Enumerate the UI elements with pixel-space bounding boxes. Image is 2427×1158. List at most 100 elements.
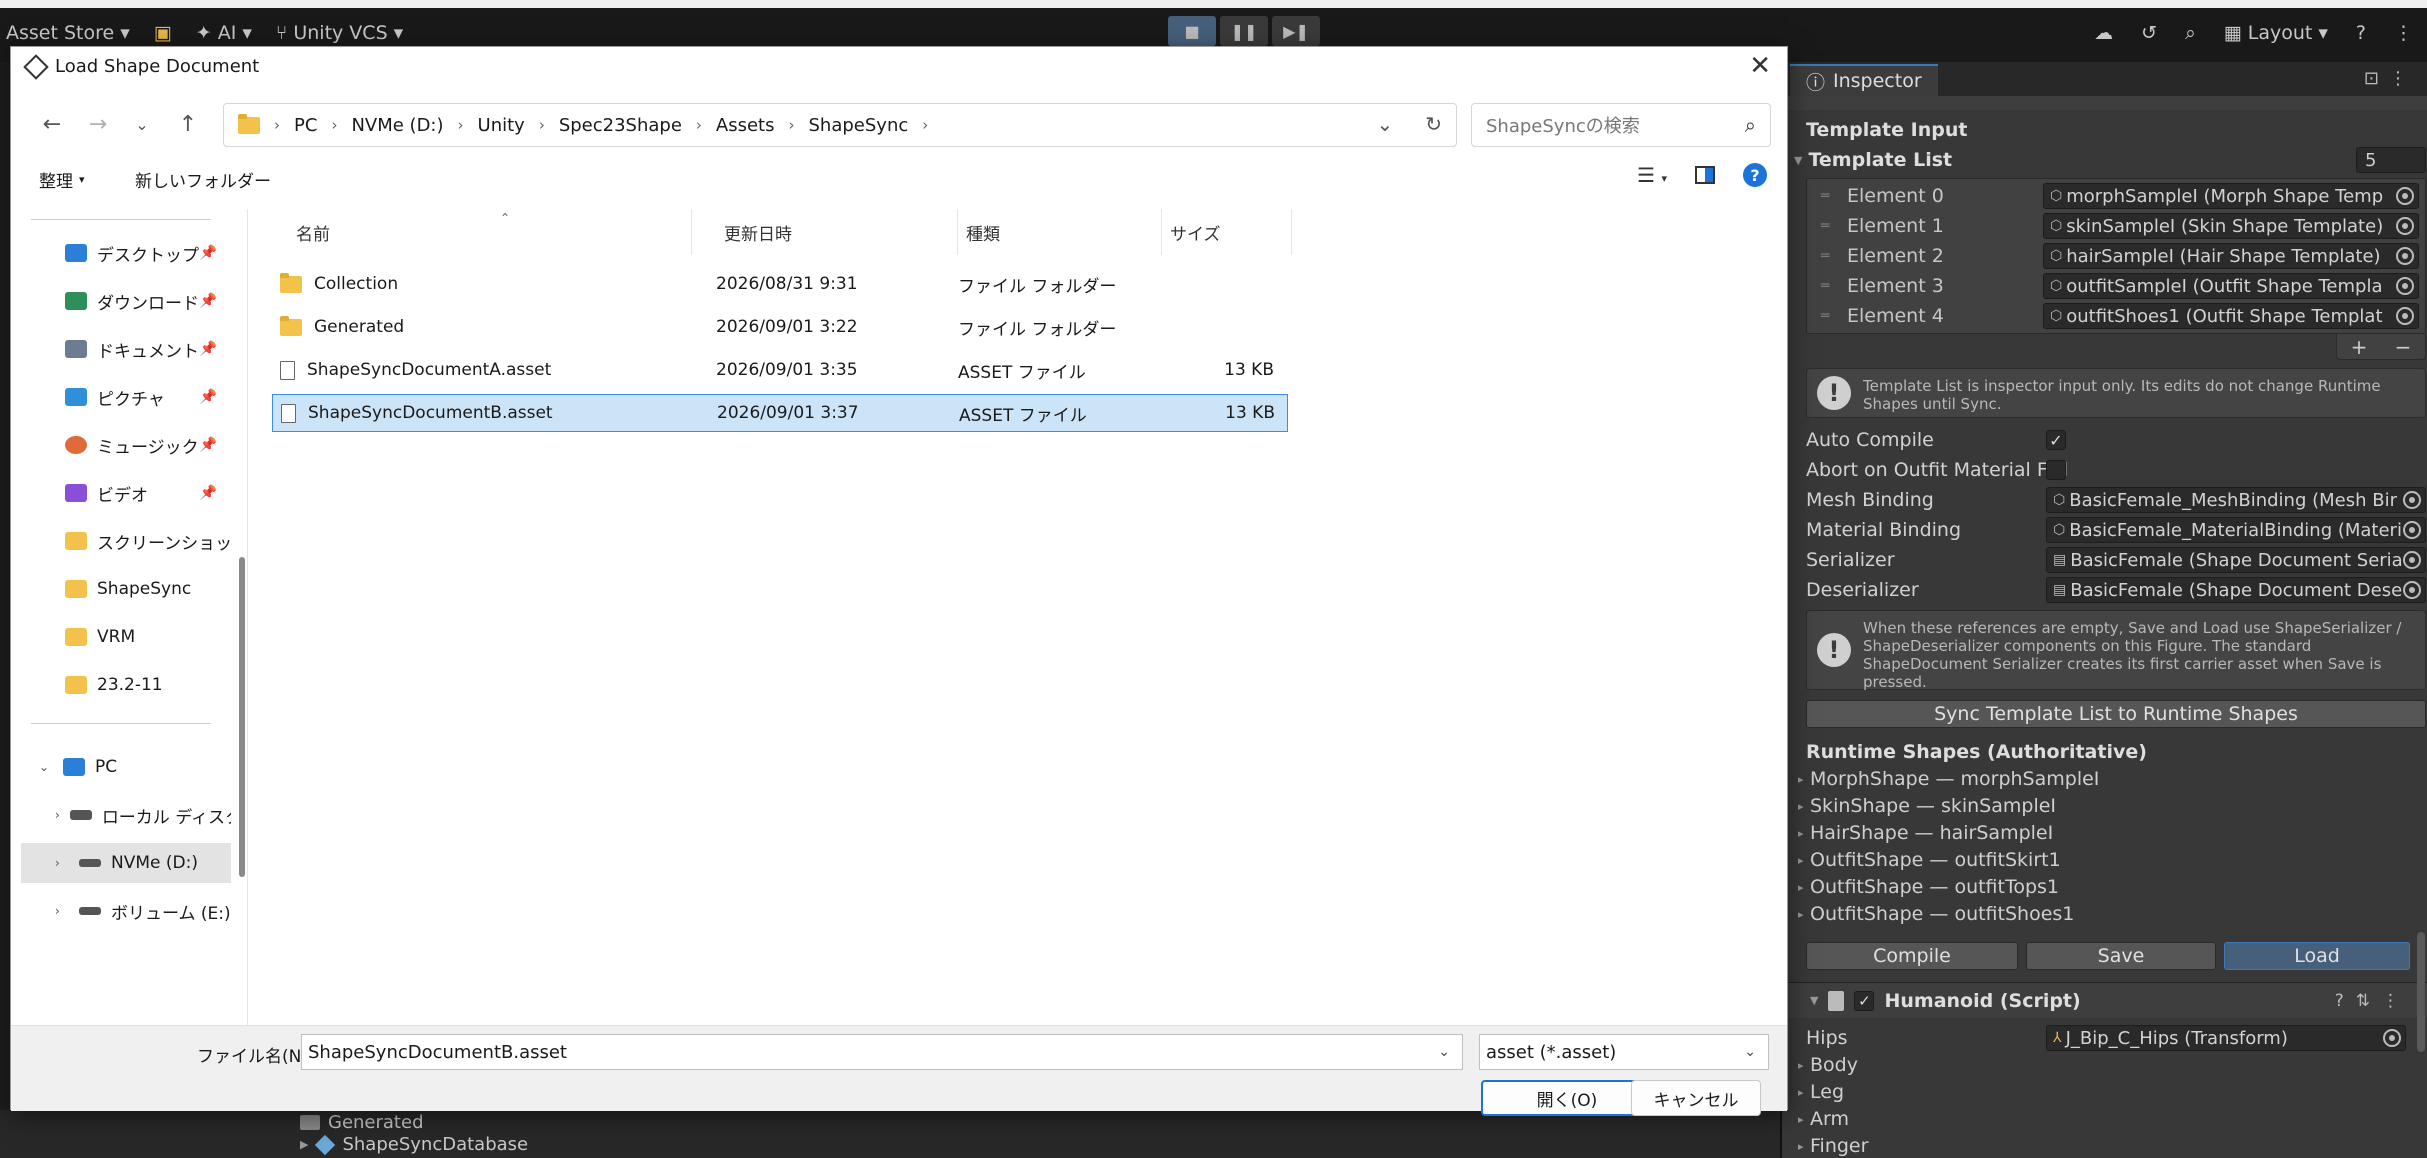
tree-item-volume-e[interactable]: › ボリューム (E:)	[21, 891, 231, 931]
project-item[interactable]: Generated	[300, 1112, 424, 1133]
inspector-scrollbar[interactable]	[2417, 932, 2425, 1052]
object-picker-icon[interactable]	[2396, 247, 2414, 265]
humanoid-foldout[interactable]: ▸ Arm	[1798, 1106, 1849, 1132]
pin-icon[interactable]: 📌	[200, 389, 217, 405]
ai-menu[interactable]: ✦ AI ▾	[196, 22, 252, 44]
component-enabled-checkbox[interactable]: ✓	[1854, 990, 1875, 1011]
sidebar-item-downloads[interactable]: ダウンロード 📌	[21, 281, 231, 321]
deserializer-field[interactable]: ▤ BasicFemale (Shape Document Dese	[2046, 577, 2426, 603]
help-icon[interactable]: ?	[1743, 163, 1767, 187]
pin-icon[interactable]: 📌	[200, 245, 217, 261]
chevron-right-icon[interactable]: ›	[55, 856, 69, 870]
element-object-field[interactable]: ⬡ morphSampleI (Morph Shape Temp	[2043, 183, 2419, 209]
preview-pane-icon[interactable]	[1695, 166, 1715, 184]
history-icon[interactable]: ↺	[2141, 22, 2157, 44]
view-list-icon[interactable]: ☰ ▾	[1637, 163, 1667, 187]
help-icon[interactable]: ?	[2335, 991, 2356, 1011]
open-button[interactable]: 開く(O)	[1481, 1080, 1653, 1116]
save-button[interactable]: Save	[2026, 942, 2216, 970]
drag-handle-icon[interactable]: ═	[1821, 218, 1835, 234]
element-object-field[interactable]: ⬡ hairSampleI (Hair Shape Template)	[2043, 243, 2419, 269]
table-row[interactable]: ShapeSyncDocumentA.asset 2026/09/01 3:35…	[272, 351, 1288, 389]
column-header-date[interactable]: 更新日時	[716, 209, 958, 255]
sidebar-item-music[interactable]: ミュージック 📌	[21, 425, 231, 465]
recent-chevron-icon[interactable]: ⌄	[125, 107, 159, 141]
close-icon[interactable]: ✕	[1749, 51, 1771, 81]
drag-handle-icon[interactable]: ═	[1821, 188, 1835, 204]
object-picker-icon[interactable]	[2396, 187, 2414, 205]
tab-inspector[interactable]: ⓘ Inspector	[1790, 64, 1938, 96]
new-folder-button[interactable]: 新しいフォルダー	[135, 167, 271, 192]
column-header-type[interactable]: 種類	[958, 209, 1162, 255]
package-icon[interactable]: ▣	[154, 22, 172, 44]
breadcrumb[interactable]: ShapeSync	[809, 115, 909, 136]
file-type-select[interactable]: asset (*.asset) ⌄	[1479, 1034, 1769, 1070]
pin-icon[interactable]: 📌	[200, 293, 217, 309]
search-input[interactable]: ShapeSyncの検索 ⌕	[1471, 103, 1771, 147]
column-header-name[interactable]: 名前	[272, 209, 692, 255]
sidebar-item-vrm[interactable]: VRM	[21, 617, 231, 657]
breadcrumb[interactable]: Assets	[716, 115, 775, 136]
forward-arrow-icon[interactable]: →	[81, 107, 115, 141]
humanoid-component-header[interactable]: ▼ ✓ Humanoid (Script) ?⇅⋮	[1782, 982, 2427, 1018]
auto-compile-checkbox[interactable]: ✓	[2046, 430, 2066, 450]
project-item[interactable]: ▶ ShapeSyncDatabase	[300, 1134, 528, 1155]
element-object-field[interactable]: ⬡ outfitShoes1 (Outfit Shape Templat	[2043, 303, 2419, 329]
table-row[interactable]: Collection 2026/08/31 9:31 ファイル フォルダー	[272, 265, 1288, 303]
sidebar-item-23-2-11[interactable]: 23.2-11	[21, 665, 231, 705]
element-object-field[interactable]: ⬡ outfitSampleI (Outfit Shape Templa	[2043, 273, 2419, 299]
object-picker-icon[interactable]	[2383, 1029, 2401, 1047]
element-object-field[interactable]: ⬡ skinSampleI (Skin Shape Template)	[2043, 213, 2419, 239]
tree-item-pc[interactable]: ⌄ PC	[21, 747, 231, 787]
humanoid-foldout[interactable]: ▸ Leg	[1798, 1079, 1844, 1105]
drag-handle-icon[interactable]: ═	[1821, 248, 1835, 264]
compile-button[interactable]: Compile	[1806, 942, 2018, 970]
chevron-right-icon[interactable]: ›	[55, 808, 60, 822]
chevron-down-icon[interactable]: ⌄	[39, 760, 53, 774]
table-row-selected[interactable]: ShapeSyncDocumentB.asset 2026/09/01 3:37…	[272, 394, 1288, 432]
sidebar-item-shapesync[interactable]: ShapeSync	[21, 569, 231, 609]
breadcrumb[interactable]: Unity	[478, 115, 525, 136]
filename-input[interactable]: ShapeSyncDocumentB.asset ⌄	[301, 1034, 1463, 1070]
search-icon[interactable]: ⌕	[1745, 113, 1756, 137]
sidebar-item-desktop[interactable]: デスクトップ 📌	[21, 233, 231, 273]
search-icon[interactable]: ⌕	[2185, 22, 2196, 44]
sidebar-item-videos[interactable]: ビデオ 📌	[21, 473, 231, 513]
tree-item-local-disk[interactable]: › ローカル ディスク	[21, 795, 231, 835]
humanoid-foldout[interactable]: ▸ Body	[1798, 1052, 1858, 1078]
drag-handle-icon[interactable]: ═	[1821, 308, 1835, 324]
add-element-button[interactable]: +	[2351, 335, 2368, 359]
load-button[interactable]: Load	[2224, 942, 2410, 970]
pin-icon[interactable]: 📌	[200, 485, 217, 501]
breadcrumb[interactable]: PC	[294, 115, 317, 136]
sync-template-button[interactable]: Sync Template List to Runtime Shapes	[1806, 700, 2426, 728]
navigation-scrollbar[interactable]	[239, 557, 245, 877]
pin-icon[interactable]: 📌	[200, 341, 217, 357]
cloud-icon[interactable]: ☁	[2094, 22, 2113, 44]
object-picker-icon[interactable]	[2403, 491, 2421, 509]
object-picker-icon[interactable]	[2403, 521, 2421, 539]
sidebar-item-screenshots[interactable]: スクリーンショット	[21, 521, 231, 561]
layout-menu[interactable]: ▦ Layout ▾	[2224, 22, 2328, 44]
humanoid-foldout[interactable]: ▸ Finger	[1798, 1133, 1868, 1158]
tree-item-nvme[interactable]: › NVMe (D:)	[21, 843, 231, 883]
chevron-down-icon[interactable]: ⌄	[1376, 112, 1393, 136]
refresh-icon[interactable]: ↻	[1425, 112, 1442, 136]
preset-icon[interactable]: ⇅	[2356, 991, 2382, 1011]
sidebar-item-pictures[interactable]: ピクチャ 📌	[21, 377, 231, 417]
more-icon[interactable]: ⋮	[2382, 991, 2411, 1011]
breadcrumb[interactable]: NVMe (D:)	[351, 115, 443, 136]
pin-icon[interactable]: 📌	[200, 437, 217, 453]
stop-button[interactable]: ■	[1168, 16, 1216, 46]
object-picker-icon[interactable]	[2403, 551, 2421, 569]
runtime-shape-item[interactable]: ▸ OutfitShape — outfitSkirt1	[1798, 847, 2061, 873]
lock-icon[interactable]: ⊡	[2364, 68, 2389, 89]
object-picker-icon[interactable]	[2396, 277, 2414, 295]
runtime-shape-item[interactable]: ▸ HairShape — hairSampleI	[1798, 820, 2053, 846]
runtime-shape-item[interactable]: ▸ OutfitShape — outfitShoes1	[1798, 901, 2074, 927]
help-icon[interactable]: ?	[2356, 22, 2366, 44]
material-binding-field[interactable]: ⬡ BasicFemale_MaterialBinding (Materi	[2046, 517, 2426, 543]
hips-field[interactable]: ⅄ J_Bip_C_Hips (Transform)	[2046, 1025, 2406, 1051]
back-arrow-icon[interactable]: ←	[35, 107, 69, 141]
object-picker-icon[interactable]	[2403, 581, 2421, 599]
